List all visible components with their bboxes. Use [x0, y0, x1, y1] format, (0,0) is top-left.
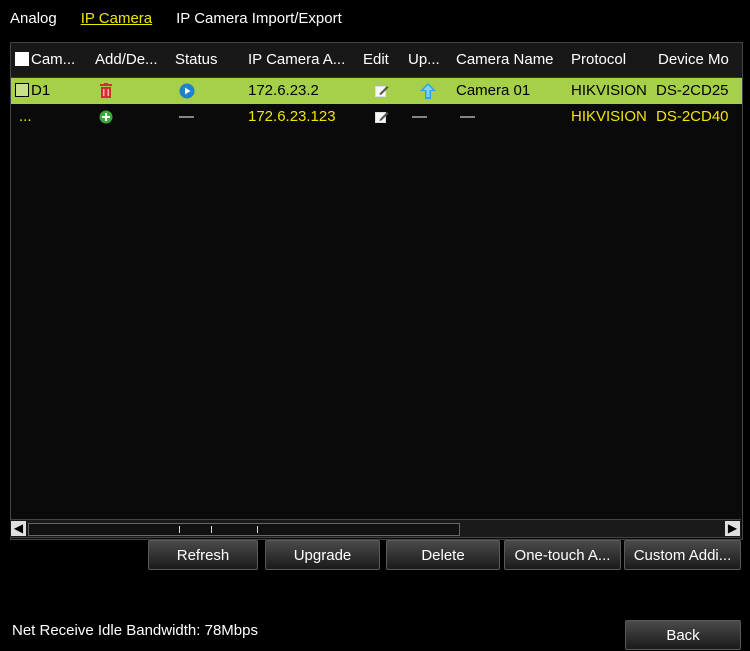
custom-add-button[interactable]: Custom Addi...: [624, 540, 741, 570]
row-protocol: HIKVISION: [571, 82, 647, 99]
row-camera-name: —: [460, 108, 475, 125]
scrollbar-thumb[interactable]: [28, 523, 460, 536]
header-device-model[interactable]: Device Mo: [658, 43, 742, 77]
select-all-checkbox[interactable]: [15, 52, 29, 66]
row-device-model: DS-2CD40: [656, 108, 729, 125]
table-header: Cam... Add/De... Status IP Camera A... E…: [11, 43, 742, 78]
tab-analog[interactable]: Analog: [10, 10, 57, 27]
edit-icon-svg: [375, 112, 389, 123]
header-protocol[interactable]: Protocol: [571, 43, 651, 77]
delete-button[interactable]: Delete: [386, 540, 500, 570]
header-edit[interactable]: Edit: [363, 43, 403, 77]
row-camera-label: D1: [31, 82, 51, 99]
play-circle-icon[interactable]: [175, 78, 241, 104]
edit-icon[interactable]: [363, 104, 403, 130]
header-camera-label: Cam...: [31, 51, 76, 68]
row-protocol: HIKVISION: [571, 108, 647, 125]
bandwidth-status: Net Receive Idle Bandwidth: 78Mbps: [12, 622, 258, 639]
scroll-tick: [211, 526, 212, 533]
arrow-up-icon[interactable]: [408, 78, 448, 104]
scroll-left-arrow-icon[interactable]: ◀: [11, 521, 26, 536]
row-camera-name: Camera 01: [456, 82, 531, 99]
one-touch-add-button[interactable]: One-touch A...: [504, 540, 621, 570]
row-camera-label: ...: [19, 108, 32, 125]
row-upgrade: —: [412, 108, 427, 125]
play-icon-svg: [179, 83, 195, 99]
tab-import-export[interactable]: IP Camera Import/Export: [176, 10, 342, 27]
scroll-tick: [257, 526, 258, 533]
row-camera: D1: [15, 78, 91, 104]
trash-icon[interactable]: [95, 78, 169, 104]
row-ip-address: 172.6.23.123: [248, 108, 336, 125]
camera-table: Cam... Add/De... Status IP Camera A... E…: [10, 42, 743, 540]
row-device-model: DS-2CD25: [656, 82, 729, 99]
header-add-delete[interactable]: Add/De...: [95, 43, 169, 77]
plus-circle-icon[interactable]: [95, 104, 169, 130]
edit-icon[interactable]: [363, 78, 403, 104]
upgrade-icon-svg: [420, 83, 436, 99]
table-row[interactable]: ... — 172.6.23.123 — — HIKVISION DS-2CD4…: [11, 104, 742, 130]
tab-bar: Analog IP Camera IP Camera Import/Export: [0, 0, 750, 36]
header-camera-name[interactable]: Camera Name: [456, 43, 566, 77]
row-checkbox[interactable]: [15, 83, 29, 97]
row-status: —: [179, 108, 194, 125]
table-row[interactable]: D1 172.6.23.2 Camera 01 HIKVISION DS-2CD…: [11, 78, 742, 104]
row-ip-address: 172.6.23.2: [248, 82, 319, 99]
header-status[interactable]: Status: [175, 43, 241, 77]
tab-ip-camera[interactable]: IP Camera: [81, 10, 152, 27]
scroll-tick: [179, 526, 180, 533]
horizontal-scrollbar[interactable]: ◀ ▶: [10, 519, 741, 538]
edit-icon-svg: [375, 86, 389, 97]
refresh-button[interactable]: Refresh: [148, 540, 258, 570]
header-ip-address[interactable]: IP Camera A...: [248, 43, 358, 77]
add-icon-svg: [99, 110, 113, 124]
trash-icon-svg: [100, 83, 112, 98]
header-upgrade[interactable]: Up...: [408, 43, 448, 77]
back-button[interactable]: Back: [625, 620, 741, 650]
header-camera: Cam...: [15, 43, 91, 77]
upgrade-button[interactable]: Upgrade: [265, 540, 380, 570]
scroll-right-arrow-icon[interactable]: ▶: [725, 521, 740, 536]
